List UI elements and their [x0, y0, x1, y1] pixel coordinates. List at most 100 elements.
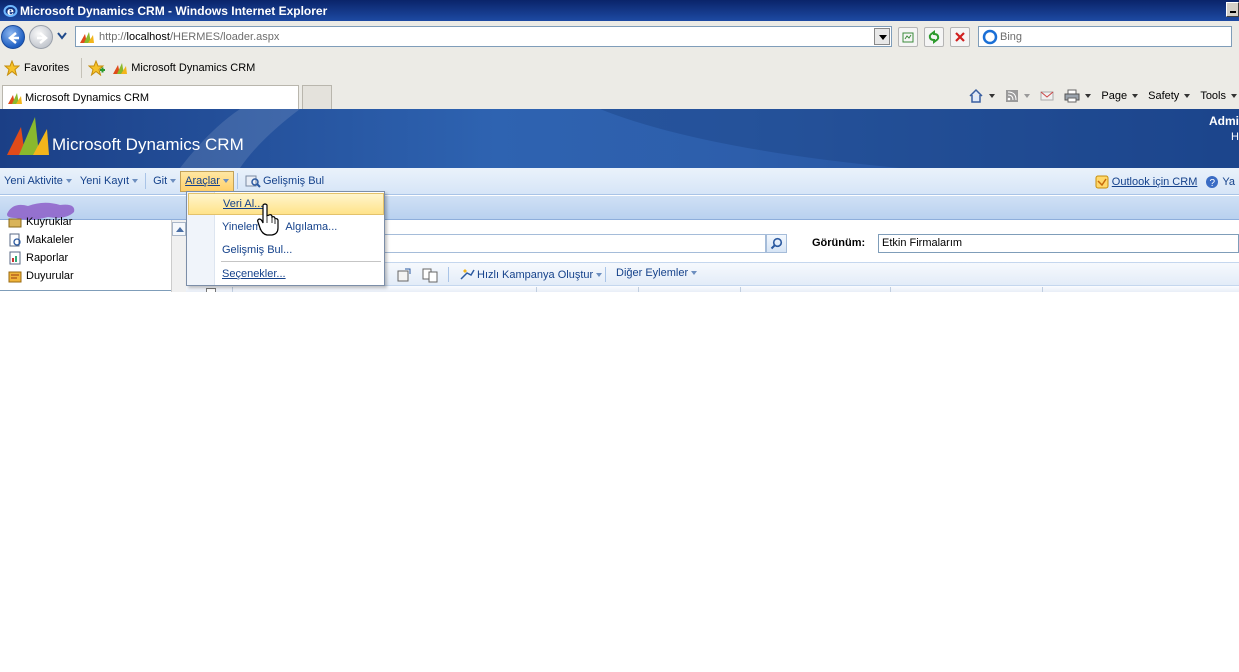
search-placeholder: Bing — [1000, 30, 1023, 43]
home-button[interactable] — [968, 88, 996, 104]
grid-column-divider — [536, 287, 537, 292]
new-tab-button[interactable] — [302, 85, 332, 109]
nav-item-articles[interactable]: Makaleler — [8, 233, 74, 247]
menu-item-import-data[interactable]: Veri Al... — [188, 193, 384, 215]
svg-text:e: e — [7, 5, 14, 18]
grid-header — [186, 285, 1239, 292]
grid-select-all-checkbox[interactable] — [206, 288, 216, 292]
feeds-button[interactable] — [1005, 89, 1031, 103]
recent-pages-dropdown-icon[interactable] — [57, 32, 67, 40]
menu-right-group: Outlook için CRM ? Ya — [1091, 171, 1239, 192]
favorites-star-icon[interactable] — [4, 60, 20, 76]
favorites-separator — [81, 58, 83, 78]
svg-text:?: ? — [1210, 178, 1216, 189]
tab-crm[interactable]: Microsoft Dynamics CRM — [2, 85, 299, 109]
forward-arrow-icon — [37, 32, 48, 44]
address-input[interactable]: http://localhost/HERMES/loader.aspx — [75, 26, 892, 47]
favorites-bar: Favorites Microsoft Dynamics CRM — [0, 53, 1239, 83]
nav-item-announcements[interactable]: Duyurular — [8, 269, 74, 283]
crm-logo-icon — [8, 92, 22, 104]
grid-search-button[interactable] — [766, 234, 787, 253]
stop-button[interactable] — [950, 27, 970, 47]
window-title-bar: e Microsoft Dynamics CRM - Windows Inter… — [0, 0, 1239, 21]
address-row: http://localhost/HERMES/loader.aspx Bing — [0, 21, 1239, 53]
menu-new-record[interactable]: Yeni Kayıt — [76, 171, 142, 192]
compatibility-view-button[interactable] — [898, 27, 918, 47]
search-input[interactable]: Bing — [978, 26, 1232, 47]
tools-menu[interactable]: Tools — [1200, 90, 1237, 102]
nav-item-reports[interactable]: Raporlar — [8, 251, 68, 265]
menu-item-advanced-find[interactable]: Gelişmiş Bul... — [188, 239, 384, 261]
announcement-icon — [8, 271, 22, 283]
favorite-link-crm[interactable]: Microsoft Dynamics CRM — [131, 62, 255, 74]
user-org: H — [1231, 131, 1239, 143]
assign-icon — [397, 268, 411, 282]
read-mail-button[interactable] — [1040, 90, 1054, 102]
tools-dropdown-menu: Veri Al... Yinelem Algılama... Gelişmiş B… — [186, 191, 385, 286]
minimize-button[interactable] — [1226, 2, 1239, 17]
grid-column-divider — [740, 287, 741, 292]
help-icon: ? — [1206, 175, 1219, 189]
menu-item-duplicate-detection[interactable]: Yinelem Algılama... — [188, 216, 384, 238]
hand-cursor-icon — [257, 203, 279, 236]
address-url: http://localhost/HERMES/loader.aspx — [99, 30, 280, 43]
ie-icon: e — [2, 3, 18, 19]
menu-separator — [236, 173, 238, 189]
crm-brand-title: Microsoft Dynamics CRM — [52, 135, 244, 154]
grid-column-divider — [638, 287, 639, 292]
menu-separator — [221, 261, 381, 262]
refresh-button[interactable] — [924, 27, 944, 47]
printer-icon — [1064, 89, 1080, 103]
print-button[interactable] — [1064, 89, 1092, 103]
toolbar-separator — [448, 267, 449, 282]
folder-icon — [8, 218, 22, 228]
menu-outlook-crm[interactable]: Outlook için CRM — [1091, 171, 1202, 192]
share-icon — [422, 268, 438, 283]
grid-column-divider — [890, 287, 891, 292]
menu-tools[interactable]: Araçlar — [180, 170, 234, 192]
tab-label: Microsoft Dynamics CRM — [25, 91, 150, 104]
stop-icon — [955, 32, 965, 42]
menu-advanced-find[interactable]: Gelişmiş Bul — [241, 171, 328, 192]
menu-help[interactable]: ? Ya — [1201, 171, 1239, 192]
quick-campaign-icon — [460, 269, 475, 280]
safety-menu[interactable]: Safety — [1148, 90, 1191, 102]
tab-row: Microsoft Dynamics CRM Page Safety Tools — [0, 83, 1239, 109]
home-icon — [969, 88, 983, 103]
page-menu[interactable]: Page — [1101, 90, 1139, 102]
view-selector[interactable]: Etkin Firmalarım — [878, 234, 1239, 253]
menu-item-options[interactable]: Seçenekler... — [188, 263, 384, 285]
bing-icon — [982, 29, 998, 44]
command-bar: Page Safety Tools — [962, 86, 1239, 106]
crm-favicon-icon — [80, 31, 94, 43]
address-dropdown-button[interactable] — [874, 28, 890, 45]
user-name: Admi — [1209, 114, 1239, 128]
scroll-up-button[interactable] — [172, 222, 186, 236]
toolbar-more-actions[interactable]: Diğer Eylemler — [616, 267, 698, 279]
search-icon — [770, 237, 783, 250]
forward-button[interactable] — [29, 25, 53, 49]
rss-feed-icon — [1006, 90, 1019, 102]
advanced-find-icon — [245, 175, 261, 188]
favorites-button[interactable]: Favorites — [24, 62, 69, 74]
refresh-icon — [928, 30, 940, 44]
grid-column-divider — [232, 287, 233, 292]
toolbar-share-button[interactable] — [422, 267, 438, 283]
compatibility-icon — [902, 32, 914, 43]
toolbar-assign-button[interactable] — [396, 267, 412, 283]
report-icon — [9, 251, 21, 265]
nav-item-queues[interactable]: Kuyruklar — [8, 215, 72, 229]
toolbar-separator — [605, 267, 606, 282]
outlook-icon — [1095, 175, 1109, 188]
add-to-favorites-bar-icon[interactable] — [88, 60, 106, 76]
crm-logo-icon — [7, 117, 49, 155]
menu-new-activity[interactable]: Yeni Aktivite — [0, 171, 76, 192]
nav-divider — [0, 290, 171, 291]
mail-icon — [1040, 91, 1054, 101]
back-button[interactable] — [1, 25, 25, 49]
menu-go[interactable]: Git — [149, 171, 180, 192]
back-arrow-icon — [8, 32, 19, 44]
toolbar-quick-campaign[interactable]: Hızlı Kampanya Oluştur — [459, 267, 603, 283]
nav-scrollbar[interactable] — [171, 220, 186, 292]
window-title: Microsoft Dynamics CRM - Windows Interne… — [20, 3, 328, 18]
